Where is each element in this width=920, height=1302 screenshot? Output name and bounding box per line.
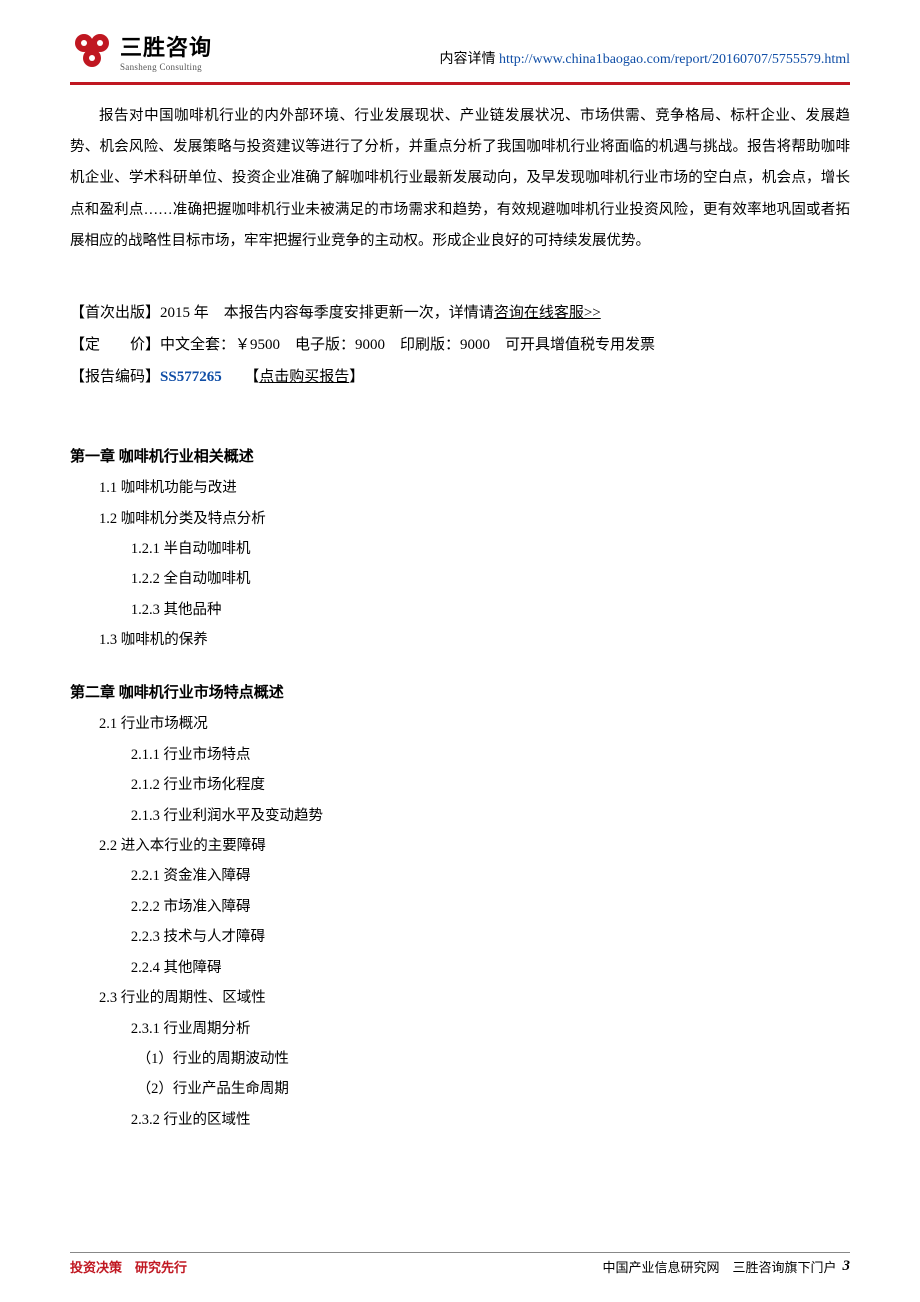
sansheng-logo-icon [70,30,114,72]
toc-item: （1）行业的周期波动性 [70,1044,850,1074]
header-url-block: 内容详情 http://www.china1baogao.com/report/… [440,48,850,68]
page-footer: 投资决策 研究先行 中国产业信息研究网 三胜咨询旗下门户 3 [70,1252,850,1276]
toc-item: （2）行业产品生命周期 [70,1074,850,1104]
toc-item: 1.2.3 其他品种 [70,595,850,625]
header-divider [70,82,850,85]
footer-right-text: 中国产业信息研究网 三胜咨询旗下门户 [602,1257,836,1276]
page-number: 3 [843,1258,851,1275]
header-url-link[interactable]: http://www.china1baogao.com/report/20160… [499,52,850,67]
table-of-contents: 第一章 咖啡机行业相关概述 1.1 咖啡机功能与改进 1.2 咖啡机分类及特点分… [70,442,850,1136]
toc-item: 2.1 行业市场概况 [70,709,850,739]
logo-text-en: Sansheng Consulting [120,62,212,72]
footer-left-text: 投资决策 研究先行 [70,1257,187,1276]
header-url-prefix: 内容详情 [440,52,496,67]
toc-item: 1.2.2 全自动咖啡机 [70,564,850,594]
consult-online-link[interactable]: 咨询在线客服>> [494,305,601,321]
toc-item: 2.3.1 行业周期分析 [70,1014,850,1044]
toc-item: 2.3.2 行业的区域性 [70,1105,850,1135]
buy-report-link[interactable]: 点击购买报告 [259,369,349,385]
toc-item: 1.2 咖啡机分类及特点分析 [70,504,850,534]
toc-item: 2.1.2 行业市场化程度 [70,770,850,800]
first-pub-value: 2015 年 [160,305,209,321]
toc-item: 2.2.2 市场准入障碍 [70,892,850,922]
toc-item: 1.1 咖啡机功能与改进 [70,473,850,503]
price-label-close: 价】 [130,337,160,353]
logo-text-cn: 三胜咨询 [120,30,212,62]
toc-item: 2.2.1 资金准入障碍 [70,861,850,891]
meta-price: 【定 价】中文全套：￥9500 电子版：9000 印刷版：9000 可开具增值税… [70,329,850,361]
toc-item: 2.2.3 技术与人才障碍 [70,922,850,952]
toc-item: 2.3 行业的周期性、区域性 [70,983,850,1013]
toc-item: 1.3 咖啡机的保养 [70,625,850,655]
intro-paragraph: 报告对中国咖啡机行业的内外部环境、行业发展现状、产业链发展状况、市场供需、竞争格… [70,101,850,257]
toc-item: 2.1.3 行业利润水平及变动趋势 [70,801,850,831]
report-meta: 【首次出版】2015 年 本报告内容每季度安排更新一次，详情请咨询在线客服>> … [70,297,850,394]
code-label: 【报告编码】 [70,369,160,385]
toc-item: 2.2.4 其他障碍 [70,953,850,983]
report-code-value: SS577265 [160,369,222,385]
toc-item: 2.1.1 行业市场特点 [70,740,850,770]
meta-code: 【报告编码】SS577265 【点击购买报告】 [70,361,850,393]
meta-first-publish: 【首次出版】2015 年 本报告内容每季度安排更新一次，详情请咨询在线客服>> [70,297,850,329]
toc-item: 2.2 进入本行业的主要障碍 [70,831,850,861]
price-label-open: 【定 [70,337,100,353]
logo: 三胜咨询 Sansheng Consulting [70,30,212,72]
chapter-2-title: 第二章 咖啡机行业市场特点概述 [70,678,850,710]
first-pub-note: 本报告内容每季度安排更新一次，详情请 [224,305,494,321]
price-value: 中文全套：￥9500 电子版：9000 印刷版：9000 可开具增值税专用发票 [160,337,655,353]
toc-item: 1.2.1 半自动咖啡机 [70,534,850,564]
page-header: 三胜咨询 Sansheng Consulting 内容详情 http://www… [70,30,850,78]
chapter-1-title: 第一章 咖啡机行业相关概述 [70,442,850,474]
buy-bracket-close: 】 [349,369,364,385]
first-pub-label: 【首次出版】 [70,305,160,321]
